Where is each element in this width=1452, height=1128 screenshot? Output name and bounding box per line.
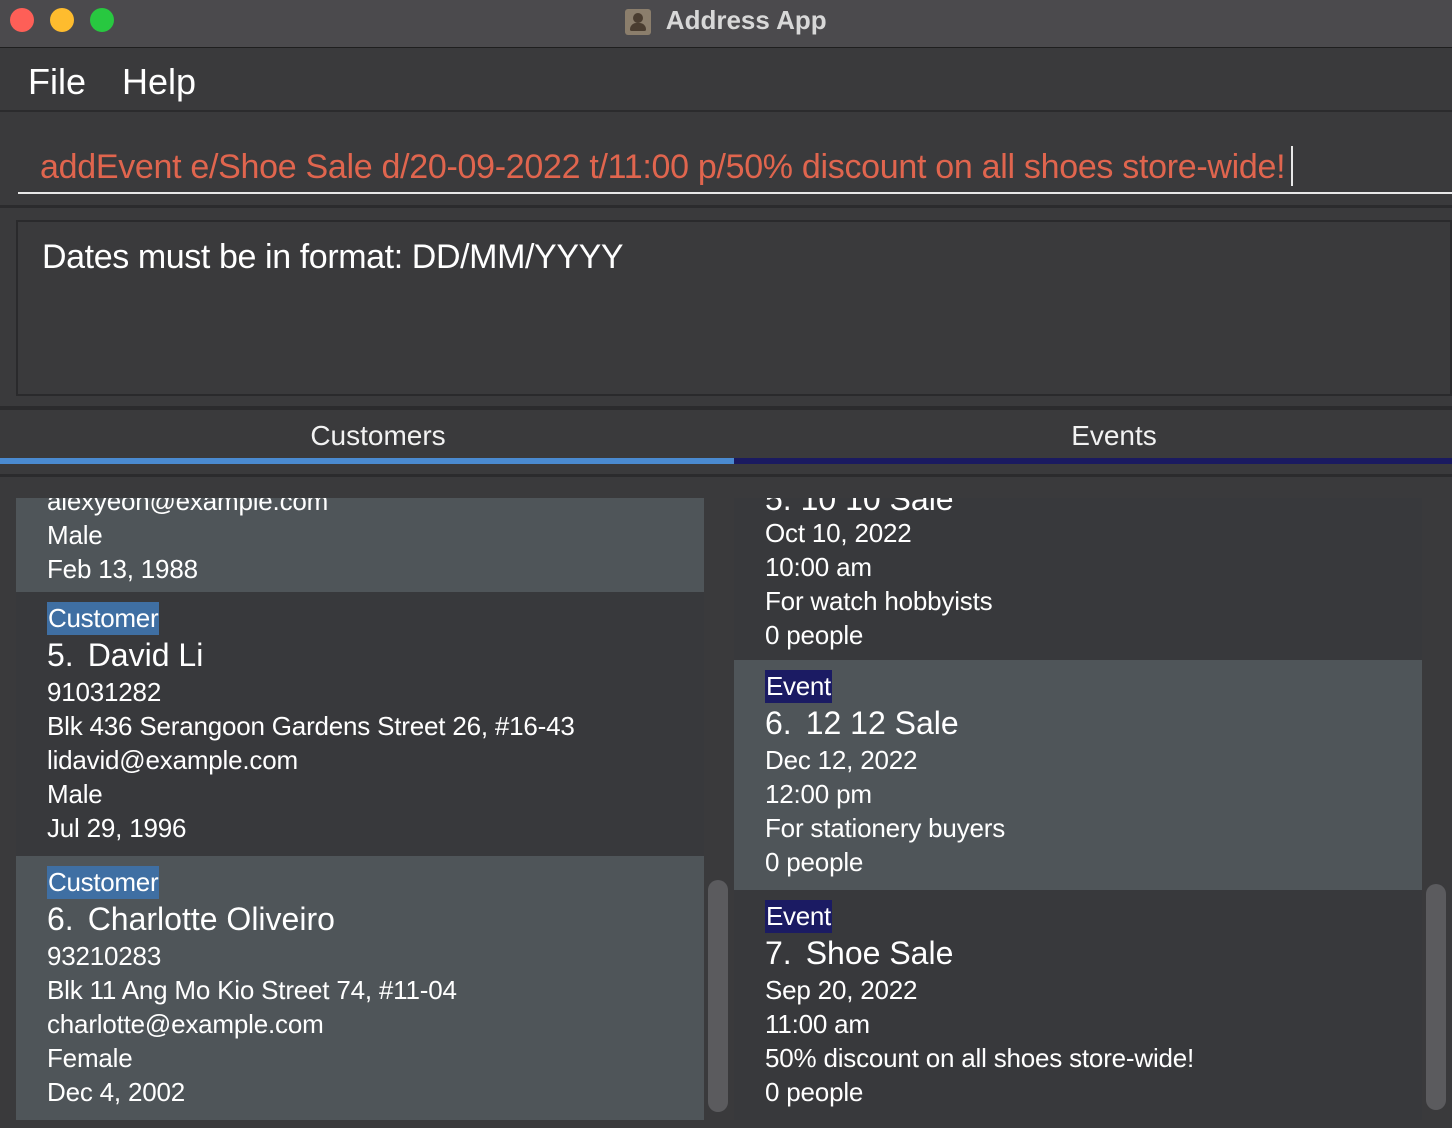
event-scrollbar-thumb[interactable] xyxy=(1426,884,1446,1110)
customer-scrollbar-thumb[interactable] xyxy=(708,880,728,1112)
customer-email: alexyeoh@example.com xyxy=(47,498,329,516)
customer-birthday: Jul 29, 1996 xyxy=(47,813,187,843)
customer-address: Blk 11 Ang Mo Kio Street 74, #11-04 xyxy=(47,975,457,1005)
event-attendees: 0 people xyxy=(765,620,864,650)
customer-gender: Male xyxy=(47,520,103,550)
customer-tag: Customer xyxy=(47,866,160,899)
event-card[interactable]: Event 7. Shoe Sale Sep 20, 2022 11:00 am … xyxy=(734,890,1422,1120)
event-time: 10:00 am xyxy=(765,552,872,582)
customer-card[interactable]: Customer 5. David Li 91031282 Blk 436 Ser… xyxy=(16,592,704,856)
event-date: Sep 20, 2022 xyxy=(765,975,918,1005)
customer-card[interactable]: Customer 6. Charlotte Oliveiro 93210283 B… xyxy=(16,856,704,1120)
event-name: 6. 12 12 Sale xyxy=(765,705,959,741)
text-caret xyxy=(1291,146,1294,186)
menu-help[interactable]: Help xyxy=(122,61,196,103)
event-purpose: For watch hobbyists xyxy=(765,586,993,616)
customer-scrollbar[interactable] xyxy=(708,498,728,1120)
event-time: 12:00 pm xyxy=(765,779,872,809)
customer-gender: Female xyxy=(47,1043,133,1073)
address-book-icon xyxy=(625,9,652,35)
customer-phone: 91031282 xyxy=(47,677,162,707)
title-bar: Address App xyxy=(0,0,1452,48)
tab-events[interactable]: Events xyxy=(734,420,1452,452)
result-display[interactable]: Dates must be in format: DD/MM/YYYY xyxy=(16,220,1452,396)
event-date: Oct 10, 2022 xyxy=(765,518,912,548)
tab-customers-indicator xyxy=(0,458,734,464)
command-input-text: addEvent e/Shoe Sale d/20-09-2022 t/11:0… xyxy=(40,146,1294,187)
command-input[interactable]: addEvent e/Shoe Sale d/20-09-2022 t/11:0… xyxy=(18,122,1452,194)
event-card[interactable]: Event 6. 12 12 Sale Dec 12, 2022 12:00 pm… xyxy=(734,660,1422,890)
event-title: 5. 10 10 Sale xyxy=(765,498,954,517)
event-name: 7. Shoe Sale xyxy=(765,935,954,971)
event-list[interactable]: 5. 10 10 Sale Oct 10, 2022 10:00 am For … xyxy=(734,498,1422,1120)
customer-list[interactable]: alexyeoh@example.com Male Feb 13, 1988 C… xyxy=(16,498,704,1120)
customer-email: charlotte@example.com xyxy=(47,1009,324,1039)
customer-birthday: Feb 13, 1988 xyxy=(47,554,198,584)
event-attendees: 0 people xyxy=(765,847,864,877)
event-time: 11:00 am xyxy=(765,1009,870,1039)
divider xyxy=(0,474,1452,477)
menu-bar: File Help xyxy=(0,49,1452,112)
customer-tag: Customer xyxy=(47,602,160,635)
tab-events-indicator xyxy=(734,458,1452,464)
event-scrollbar[interactable] xyxy=(1426,498,1446,1120)
customer-email: lidavid@example.com xyxy=(47,745,298,775)
window-title: Address App xyxy=(0,4,1452,36)
customer-birthday: Dec 4, 2002 xyxy=(47,1077,186,1107)
customer-name: 6. Charlotte Oliveiro xyxy=(47,901,335,937)
customer-name: 5. David Li xyxy=(47,637,204,673)
customer-address: Blk 436 Serangoon Gardens Street 26, #16… xyxy=(47,711,575,741)
customer-gender: Male xyxy=(47,779,103,809)
window-title-text: Address App xyxy=(665,5,827,35)
result-message: Dates must be in format: DD/MM/YYYY xyxy=(42,238,624,276)
event-purpose: For stationery buyers xyxy=(765,813,1006,843)
event-tag: Event xyxy=(765,670,832,703)
event-card[interactable]: 5. 10 10 Sale Oct 10, 2022 10:00 am For … xyxy=(734,498,1422,660)
event-date: Dec 12, 2022 xyxy=(765,745,918,775)
event-purpose: 50% discount on all shoes store-wide! xyxy=(765,1043,1195,1073)
command-box: addEvent e/Shoe Sale d/20-09-2022 t/11:0… xyxy=(0,114,1452,208)
event-attendees: 0 people xyxy=(765,1077,864,1107)
event-tag: Event xyxy=(765,900,832,933)
menu-file[interactable]: File xyxy=(28,61,86,103)
customer-card[interactable]: alexyeoh@example.com Male Feb 13, 1988 xyxy=(16,498,704,592)
customer-phone: 93210283 xyxy=(47,941,162,971)
tab-customers[interactable]: Customers xyxy=(0,420,756,452)
